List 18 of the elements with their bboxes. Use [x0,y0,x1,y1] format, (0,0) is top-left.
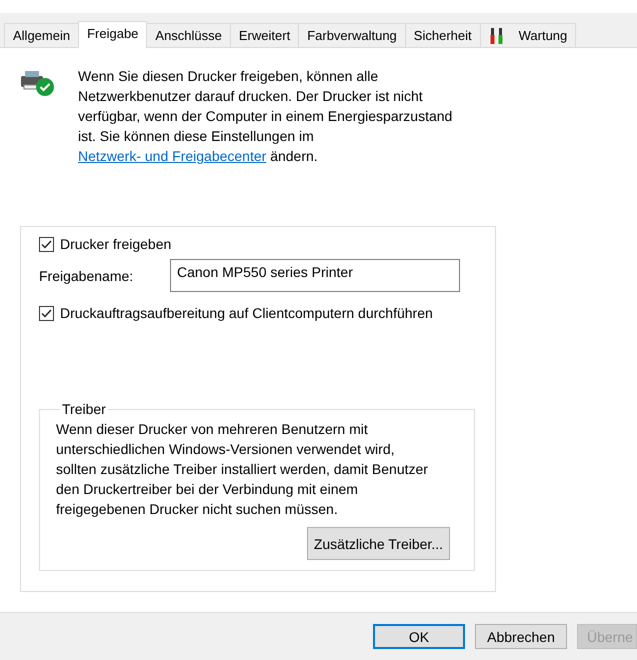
tools-icon [488,26,505,44]
share-checkbox[interactable] [39,236,54,252]
share-name-label: Freigabename: [39,268,134,284]
drivers-description: Wenn dieser Drucker von mehreren Benutzern mit unterschiedlichen Windows-Versionen verwendet wird, sollten zusätzliche Treiber installiert werden, damit Benutzer den Druckertreiber bei der Verbindung mit einem freigegebenen Drucker nicht suchen müssen. [56,420,429,519]
render-label: Druckauftragsaufbereitung auf Clientcomputern durchführen [60,305,433,321]
drivers-title: Treiber [61,401,107,417]
intro-paragraph: Wenn Sie diesen Drucker freigeben, können alle Netzwerkbenutzer darauf drucken. Der Drucker ist nicht verfügbar, wenn der Computer in einem Energiesparzustand ist. Sie können diese Einstellungen im Netzwerk- und Freigabecenter ändern. [78,67,454,166]
network-center-link[interactable]: Netzwerk- und Freigabecenter [78,148,266,164]
printer-shared-icon [20,68,54,98]
additional-drivers-button[interactable]: Zusätzliche Treiber... [306,527,450,560]
render-checkbox[interactable] [39,306,54,320]
dialog-button[interactable]: Abbrechen [475,624,567,649]
tab[interactable]: Wartung [480,23,576,47]
tab[interactable]: Allgemein [4,23,80,47]
share-name-field[interactable]: Canon MP550 series Printer [170,259,460,292]
tab[interactable]: Freigabe [78,21,148,48]
dialog-button[interactable]: OK [373,624,465,649]
share-label: Drucker freigeben [60,236,172,252]
